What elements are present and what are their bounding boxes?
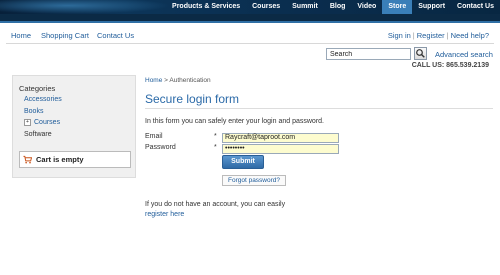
page-title: Secure login form: [145, 92, 240, 106]
register-here-link[interactable]: register here: [145, 211, 184, 218]
forgot-password-button[interactable]: Forgot password?: [222, 175, 286, 186]
no-account-text: If you do not have an account, you can e…: [145, 201, 286, 208]
account-links: Sign in | Register | Need help?: [388, 31, 489, 40]
password-required-marker: *: [214, 144, 217, 151]
cart-status-box[interactable]: Cart is empty: [19, 151, 131, 168]
call-us-phone: CALL US: 865.539.2139: [411, 62, 489, 69]
top-sub-bar: [0, 14, 500, 23]
category-books[interactable]: Books: [24, 108, 43, 115]
email-field[interactable]: Raycraft@taproot.com: [222, 133, 339, 143]
advanced-search-link[interactable]: Advanced search: [435, 50, 493, 59]
breadcrumb: Home > Authentication: [145, 77, 211, 84]
category-courses[interactable]: Courses: [34, 119, 60, 126]
breadcrumb-separator: >: [164, 77, 168, 84]
password-field[interactable]: ••••••••: [222, 144, 339, 154]
expand-plus-icon[interactable]: +: [24, 119, 31, 126]
password-label: Password: [145, 144, 176, 151]
category-accessories[interactable]: Accessories: [24, 96, 62, 103]
top-nav-store[interactable]: Store: [382, 0, 413, 14]
top-banner: Products & Services Courses Summit Blog …: [0, 0, 500, 14]
search-icon: [416, 49, 425, 58]
nav-contact-us-link[interactable]: Contact Us: [97, 31, 134, 40]
top-nav-video[interactable]: Video: [351, 0, 382, 14]
breadcrumb-home-link[interactable]: Home: [145, 77, 162, 84]
cart-empty-text: Cart is empty: [36, 155, 84, 164]
register-link[interactable]: Register: [417, 31, 445, 40]
top-nav-summit[interactable]: Summit: [286, 0, 324, 14]
top-nav: Products & Services Courses Summit Blog …: [166, 0, 500, 14]
banner-logo-glow: [0, 0, 170, 14]
categories-heading: Categories: [19, 84, 56, 93]
search-input[interactable]: [326, 48, 411, 60]
email-label: Email: [145, 133, 163, 140]
top-nav-support[interactable]: Support: [412, 0, 451, 14]
email-required-marker: *: [214, 133, 217, 140]
nav-home-link[interactable]: Home: [11, 31, 31, 40]
category-software[interactable]: Software: [24, 131, 52, 138]
need-help-link[interactable]: Need help?: [451, 31, 489, 40]
submit-button[interactable]: Submit: [222, 155, 264, 169]
sidebar: Categories Accessories Books + Courses S…: [12, 75, 136, 178]
sign-in-link[interactable]: Sign in: [388, 31, 411, 40]
secondary-nav: Home Shopping Cart Contact Us Sign in | Re…: [0, 29, 500, 43]
login-intro-text: In this form you can safely enter your l…: [145, 118, 324, 125]
top-nav-blog[interactable]: Blog: [324, 0, 352, 14]
cart-icon: [23, 155, 32, 164]
top-nav-courses[interactable]: Courses: [246, 0, 286, 14]
breadcrumb-current: Authentication: [169, 77, 211, 84]
search-button[interactable]: [414, 47, 427, 60]
top-nav-contact-us[interactable]: Contact Us: [451, 0, 500, 14]
top-nav-products-services[interactable]: Products & Services: [166, 0, 246, 14]
nav-shopping-cart-link[interactable]: Shopping Cart: [41, 31, 89, 40]
nav-divider: [6, 43, 494, 44]
title-divider: [145, 108, 493, 109]
